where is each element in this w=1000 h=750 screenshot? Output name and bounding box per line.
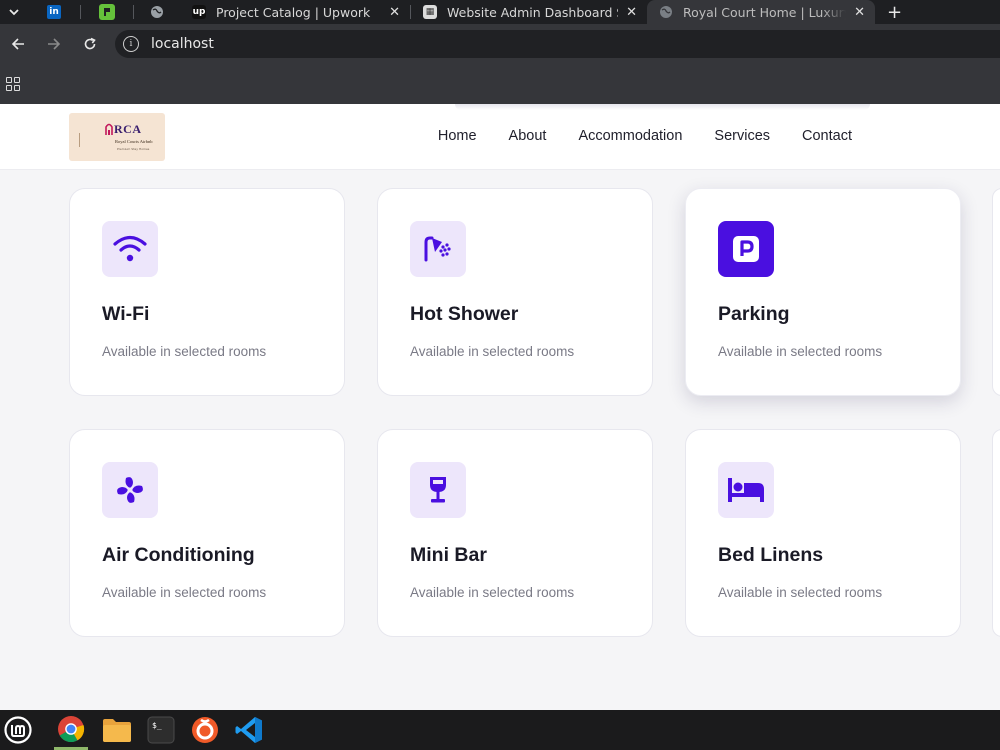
terminal-icon: $_	[147, 716, 175, 744]
mint-menu-icon	[4, 716, 32, 744]
icon-box	[410, 462, 466, 518]
browser-tabstrip: in up Project Catalog | Upwork ✕ ▦ Websi…	[0, 0, 1000, 24]
amenity-title: Bed Linens	[718, 544, 824, 566]
amenity-title: Air Conditioning	[102, 544, 255, 566]
taskbar-chrome[interactable]	[54, 710, 88, 750]
icon-box	[410, 221, 466, 277]
tab-title: Royal Court Home | Luxury A	[683, 4, 847, 20]
new-tab-button[interactable]: +	[875, 0, 914, 24]
nav-services[interactable]: Services	[714, 128, 770, 144]
tab-upwork[interactable]: up Project Catalog | Upwork ✕	[180, 0, 410, 24]
amenity-desc: Available in selected rooms	[410, 585, 575, 600]
amenity-desc: Available in selected rooms	[102, 344, 267, 359]
back-button[interactable]	[0, 24, 36, 64]
taskbar-vscode[interactable]	[234, 710, 264, 750]
arrow-right-icon	[48, 38, 61, 50]
upwork-icon: up	[192, 5, 206, 19]
site-header: RCA Royal Courts Airbnb Premium Stay Hom…	[0, 104, 1000, 170]
close-icon[interactable]: ✕	[389, 5, 400, 20]
icon-box	[102, 462, 158, 518]
amenity-card-mini-bar[interactable]: Mini Bar Available in selected rooms	[377, 429, 653, 637]
icon-box	[718, 462, 774, 518]
logo-mark: RCA	[114, 122, 142, 136]
chrome-icon	[58, 715, 85, 742]
logo-divider	[79, 133, 80, 147]
svg-text:$_: $_	[152, 721, 162, 730]
pinned-tab-globe[interactable]	[134, 0, 180, 24]
tab-admin-dashboard[interactable]: ▦ Website Admin Dashboard S ✕	[411, 0, 647, 24]
amenity-card-bed-linens[interactable]: Bed Linens Available in selected rooms	[685, 429, 961, 637]
arrow-left-icon	[11, 38, 24, 50]
address-bar[interactable]: i localhost	[115, 30, 1000, 58]
dropdown-shadow	[455, 104, 870, 110]
dashboard-icon: ▦	[423, 5, 437, 19]
taskbar-app[interactable]	[190, 710, 220, 750]
bookmarks-bar	[0, 64, 1000, 104]
amenity-desc: Available in selected rooms	[718, 344, 883, 359]
fan-icon	[117, 477, 143, 503]
tab-title: Website Admin Dashboard S	[447, 4, 619, 20]
taskbar-files[interactable]	[102, 710, 132, 750]
logo-emblem-icon	[105, 123, 113, 135]
tab-royal-court-home[interactable]: Royal Court Home | Luxury A ✕	[647, 0, 875, 24]
reload-button[interactable]	[72, 24, 108, 64]
pinned-tab-linkedin[interactable]: in	[28, 0, 80, 24]
amenity-title: Wi-Fi	[102, 303, 150, 325]
wifi-icon	[113, 235, 147, 262]
apps-grid-icon[interactable]	[6, 77, 20, 91]
icon-box	[102, 221, 158, 277]
reload-icon	[84, 37, 96, 50]
globe-icon	[660, 6, 672, 18]
amenity-card-hot-shower[interactable]: Hot Shower Available in selected rooms	[377, 188, 653, 396]
forward-button[interactable]	[36, 24, 72, 64]
globe-icon	[151, 6, 163, 18]
logo-name: Royal Courts Airbnb	[115, 139, 153, 144]
site-logo[interactable]: RCA Royal Courts Airbnb Premium Stay Hom…	[69, 113, 165, 161]
amenity-desc: Available in selected rooms	[718, 585, 883, 600]
shower-icon	[424, 236, 451, 262]
icon-box	[718, 221, 774, 277]
nav-about[interactable]: About	[509, 128, 547, 144]
amenity-card-wifi[interactable]: Wi-Fi Available in selected rooms	[69, 188, 345, 396]
amenity-card-partial[interactable]	[992, 188, 1000, 396]
tab-title: Project Catalog | Upwork	[216, 4, 371, 20]
parking-icon	[733, 236, 759, 262]
files-icon	[103, 719, 131, 742]
amenity-title: Parking	[718, 303, 790, 325]
amenity-card-partial[interactable]	[992, 429, 1000, 637]
wine-glass-icon	[430, 477, 446, 503]
amenity-card-parking[interactable]: Parking Available in selected rooms	[685, 188, 961, 396]
nav-home[interactable]: Home	[438, 128, 477, 144]
app-icon	[192, 717, 218, 743]
address-text: localhost	[151, 36, 214, 52]
close-icon[interactable]: ✕	[626, 5, 637, 20]
os-taskbar: $_	[0, 710, 1000, 750]
main-nav: Home About Accommodation Services Contac…	[438, 128, 852, 144]
vscode-icon	[235, 717, 262, 743]
nav-contact[interactable]: Contact	[802, 128, 852, 144]
tab-search-button[interactable]	[0, 0, 28, 24]
amenity-desc: Available in selected rooms	[102, 585, 267, 600]
close-icon[interactable]: ✕	[854, 5, 865, 20]
browser-toolbar: i localhost	[0, 24, 1000, 64]
taskbar-terminal[interactable]: $_	[146, 710, 176, 750]
logo-tagline: Premium Stay Homes	[117, 147, 150, 151]
green-app-icon	[99, 4, 115, 20]
bed-icon	[728, 478, 764, 502]
mint-menu-button[interactable]	[0, 710, 36, 750]
amenity-title: Mini Bar	[410, 544, 487, 566]
nav-accommodation[interactable]: Accommodation	[578, 128, 682, 144]
pinned-tab-green-app[interactable]	[81, 0, 133, 24]
amenity-desc: Available in selected rooms	[410, 344, 575, 359]
amenity-card-air-conditioning[interactable]: Air Conditioning Available in selected r…	[69, 429, 345, 637]
amenity-title: Hot Shower	[410, 303, 519, 325]
chevron-down-icon	[9, 9, 19, 16]
linkedin-icon: in	[47, 5, 61, 19]
info-icon[interactable]: i	[123, 36, 139, 52]
